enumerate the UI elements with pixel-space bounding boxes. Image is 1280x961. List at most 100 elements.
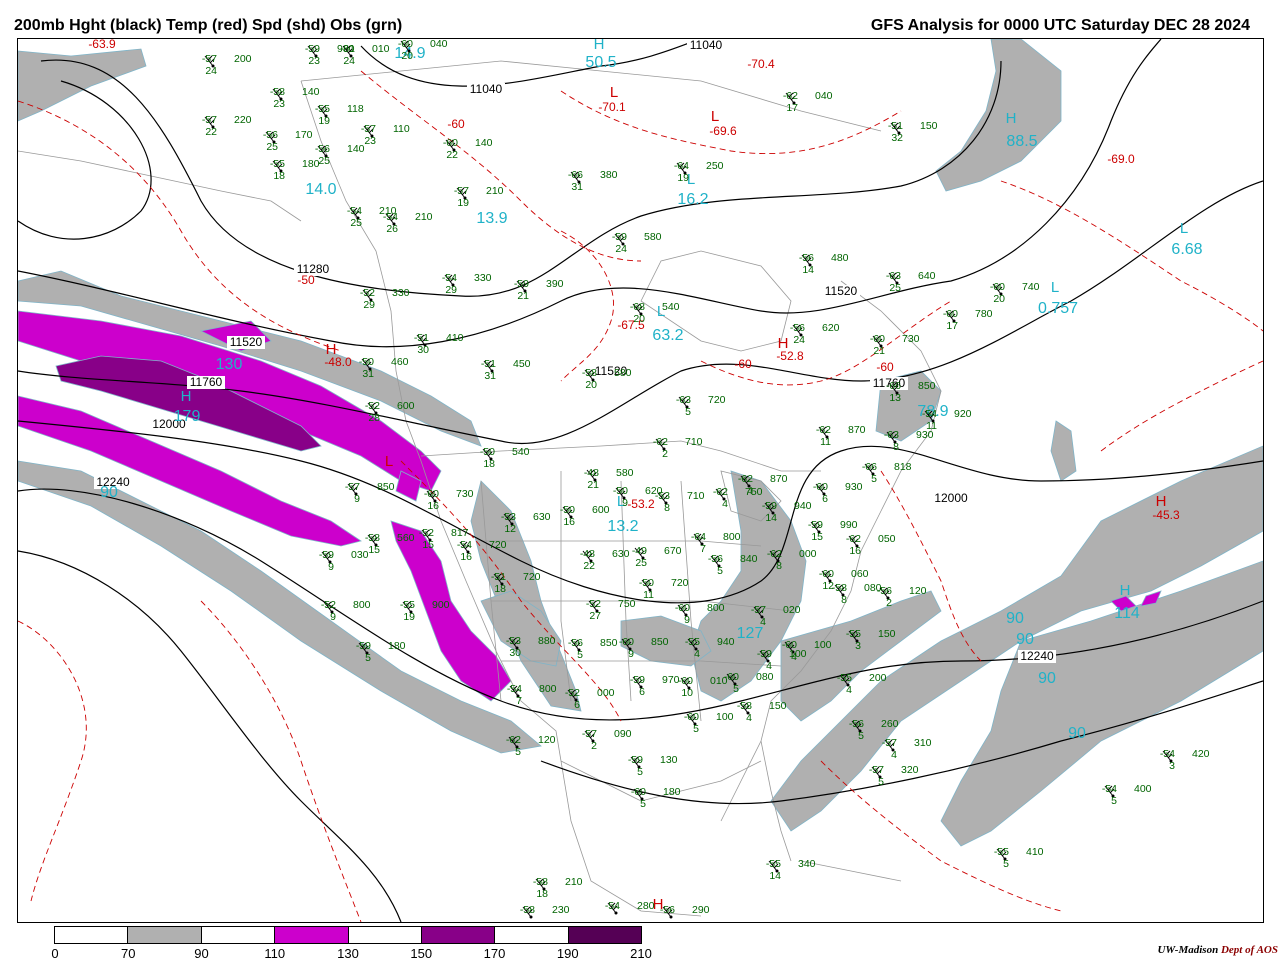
- legend-swatch: [275, 927, 349, 943]
- gulf-coast: [560, 760, 762, 802]
- station-obs[interactable]: -66 380 31: [568, 169, 618, 193]
- station-obs[interactable]: -62 050 16: [846, 533, 896, 557]
- station-obs[interactable]: -60 740 20: [990, 281, 1040, 305]
- obs-temperature: -50: [613, 485, 628, 497]
- cuba: [800, 860, 902, 882]
- obs-dewpoint: 5: [878, 776, 884, 788]
- station-obs[interactable]: -57 210 19: [454, 185, 504, 209]
- obs-height: 140: [475, 137, 493, 149]
- station-obs[interactable]: -54 210 26: [383, 211, 433, 235]
- station-obs[interactable]: -59 970 6: [630, 674, 680, 698]
- station-obs[interactable]: -50 600 16: [560, 504, 610, 528]
- station-obs[interactable]: -59 030 9: [319, 549, 369, 573]
- speed-legend: [54, 926, 642, 944]
- obs-dewpoint: 10: [681, 687, 693, 699]
- credit-org: UW-Madison: [1157, 944, 1219, 956]
- station-obs[interactable]: -55 410 5: [994, 846, 1044, 870]
- station-obs[interactable]: -55 118 19: [315, 103, 364, 127]
- obs-height: 800: [539, 683, 557, 695]
- station-obs[interactable]: -63 640 25: [886, 270, 936, 294]
- station-obs[interactable]: -63 720 5: [676, 394, 726, 418]
- station-obs[interactable]: -60 730 16: [424, 488, 474, 512]
- station-obs[interactable]: -56 170 25: [263, 129, 313, 153]
- station-obs[interactable]: -60 730 21: [870, 333, 920, 357]
- station-obs[interactable]: -57 090 2: [582, 728, 632, 752]
- station-obs[interactable]: -53 710 8: [655, 490, 705, 514]
- center-value: 16.2: [677, 191, 708, 208]
- obs-temperature: -55: [994, 846, 1009, 858]
- station-obs[interactable]: -57 200 24: [202, 53, 252, 77]
- station-obs[interactable]: -55 180 18: [270, 158, 320, 182]
- station-obs[interactable]: -57 320 5: [869, 764, 919, 788]
- obs-temperature: -48: [580, 548, 595, 560]
- station-obs[interactable]: -50 720 11: [639, 577, 689, 601]
- station-obs[interactable]: -64 800 7: [691, 531, 741, 555]
- obs-dewpoint: 14: [765, 512, 777, 524]
- station-obs[interactable]: -56 290: [660, 904, 710, 919]
- obs-temperature: -63: [886, 270, 901, 282]
- station-obs[interactable]: -57 220 22: [202, 114, 252, 138]
- station-obs[interactable]: -58 0808: [832, 582, 882, 606]
- obs-temperature: -52: [360, 287, 375, 299]
- station-obs[interactable]: -56 480 14: [799, 252, 849, 276]
- obs-temperature: -64: [691, 531, 706, 543]
- station-obs[interactable]: -52 750 27: [586, 598, 636, 622]
- station-obs[interactable]: -51 410 30: [414, 332, 464, 356]
- obs-dewpoint: 19: [318, 115, 330, 127]
- obs-dewpoint: 8: [664, 502, 670, 514]
- obs-height: 720: [708, 394, 726, 406]
- station-obs[interactable]: -53 630 12: [501, 511, 551, 535]
- obs-dewpoint: 19: [457, 197, 469, 209]
- station-obs[interactable]: -60 140 22: [443, 137, 493, 161]
- station-obs[interactable]: -57 310 4: [882, 737, 932, 761]
- station-obs[interactable]: -60 930 6: [813, 481, 863, 505]
- station-obs[interactable]: -56 620 24: [790, 322, 840, 346]
- obs-temperature: -60: [398, 39, 413, 50]
- station-obs[interactable]: -58 150 4: [737, 700, 787, 724]
- station-obs[interactable]: -60 100 5: [684, 711, 734, 735]
- obs-height: 280: [637, 900, 655, 912]
- station-obs[interactable]: -59 580 24: [612, 231, 662, 255]
- station-obs[interactable]: -57 110 23: [361, 123, 410, 147]
- station-obs[interactable]: -60 780 17: [943, 308, 993, 332]
- station-obs[interactable]: -51 450 31: [481, 358, 531, 382]
- station-obs[interactable]: -50 540 18: [480, 446, 530, 470]
- obs-height: 720: [523, 571, 541, 583]
- station-obs[interactable]: -62 870 11: [816, 424, 866, 448]
- station-obs[interactable]: -48 630 22: [580, 548, 630, 572]
- station-obs[interactable]: -49 670 25: [632, 545, 682, 569]
- obs-temperature: -55: [846, 628, 861, 640]
- low-center-marker: L: [1051, 279, 1059, 296]
- map-panel[interactable]: 11040 11040 11280 11520 11520 11520 11760 11760…: [17, 38, 1264, 923]
- station-obs[interactable]: -55 340 14: [766, 858, 816, 882]
- station-obs[interactable]: -54 420 3: [1160, 748, 1210, 772]
- station-obs[interactable]: -52 330 29: [360, 287, 410, 311]
- station-obs[interactable]: -64 250 19: [674, 160, 724, 184]
- obs-height: 640: [918, 270, 936, 282]
- station-obs[interactable]: -54 400 5: [1102, 783, 1152, 807]
- obs-temperature: -60: [443, 137, 458, 149]
- station-obs[interactable]: -58 230: [520, 904, 570, 919]
- obs-dewpoint: 5: [1111, 795, 1117, 807]
- station-obs[interactable]: -56 850 5: [568, 637, 618, 661]
- obs-height: 740: [1022, 281, 1040, 293]
- station-obs[interactable]: -58 140 23: [270, 86, 320, 110]
- station-obs[interactable]: -58 210 18: [533, 876, 583, 900]
- obs-temperature: -59: [757, 648, 772, 660]
- obs-temperature: -66: [862, 461, 877, 473]
- station-obs[interactable]: -59 390 21: [514, 278, 564, 302]
- obs-temperature: -48: [584, 467, 599, 479]
- obs-height: 120: [909, 585, 927, 597]
- obs-dewpoint: 30: [417, 344, 429, 356]
- station-obs[interactable]: -54 280: [605, 900, 655, 915]
- weather-map[interactable]: 1104011040112801152011520115201176011760…: [18, 39, 1263, 922]
- station-obs[interactable]: -51 150 32: [888, 120, 938, 144]
- station-obs[interactable]: -62 040 17: [783, 90, 833, 114]
- station-obs[interactable]: -56 140 25: [315, 143, 365, 167]
- station-obs[interactable]: -59 130 5: [628, 754, 678, 778]
- station-obs[interactable]: -62 710 2: [653, 436, 703, 460]
- obs-dewpoint: 29: [363, 299, 375, 311]
- station-obs[interactable]: -54 330 29: [442, 272, 492, 296]
- obs-temperature: -58: [365, 532, 380, 544]
- station-obs[interactable]: -66 818 5: [862, 461, 912, 485]
